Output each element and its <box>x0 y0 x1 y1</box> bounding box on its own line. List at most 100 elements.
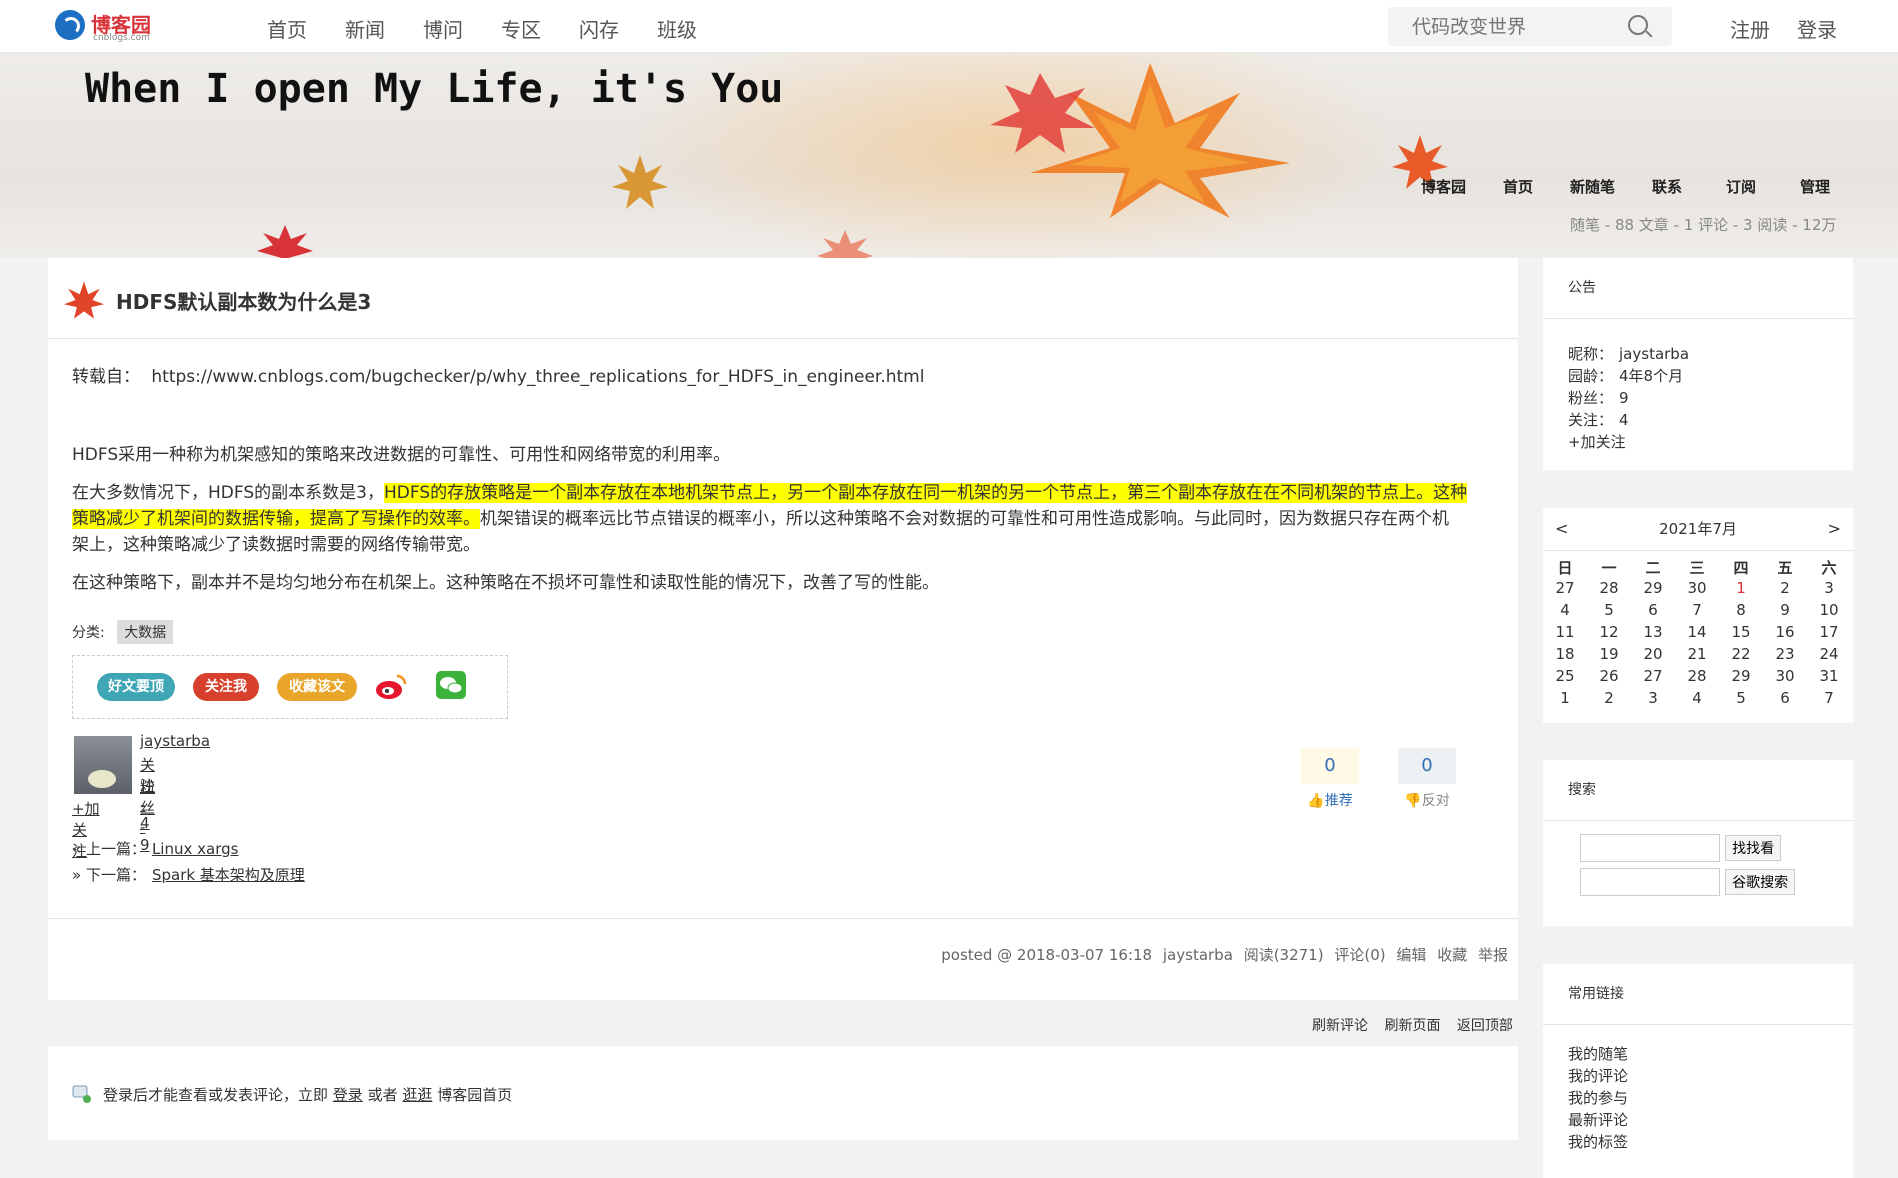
calendar-day[interactable]: 28 <box>1675 667 1719 689</box>
bury-box[interactable]: 0 👎反对 <box>1398 748 1456 810</box>
category-tag[interactable]: 大数据 <box>117 620 174 644</box>
calendar-day[interactable]: 30 <box>1763 667 1807 689</box>
calendar-day[interactable]: 22 <box>1719 645 1763 667</box>
calendar-day[interactable]: 24 <box>1807 645 1851 667</box>
calendar-next[interactable]: > <box>1828 508 1841 550</box>
author-avatar[interactable] <box>74 736 132 794</box>
calendar-day[interactable]: 11 <box>1543 623 1587 645</box>
cnblogs-logo[interactable]: 博客园 cnblogs.com <box>55 8 165 44</box>
calendar-day[interactable]: 7 <box>1807 689 1851 711</box>
calendar-day[interactable]: 1 <box>1543 689 1587 711</box>
link-latest-comments[interactable]: 最新评论 <box>1568 1109 1828 1131</box>
sidebar-add-follow[interactable]: +加关注 <box>1568 431 1828 453</box>
calendar-day[interactable]: 6 <box>1631 601 1675 623</box>
google-search-input[interactable] <box>1580 868 1720 896</box>
calendar-day[interactable]: 4 <box>1675 689 1719 711</box>
calendar-day[interactable]: 20 <box>1631 645 1675 667</box>
subnav-subscribe[interactable]: 订阅 <box>1726 176 1756 197</box>
favorite-button[interactable]: 收藏该文 <box>277 673 357 701</box>
calendar-day[interactable]: 29 <box>1631 579 1675 601</box>
calendar-day[interactable]: 8 <box>1719 601 1763 623</box>
link-my-participation[interactable]: 我的参与 <box>1568 1087 1828 1109</box>
subnav-contact[interactable]: 联系 <box>1652 176 1682 197</box>
calendar-day[interactable]: 5 <box>1719 689 1763 711</box>
digg-label[interactable]: 👍推荐 <box>1301 790 1359 810</box>
topmenu-news[interactable]: 新闻 <box>345 14 385 43</box>
collect-link[interactable]: 收藏 <box>1437 946 1467 964</box>
calendar-day[interactable]: 19 <box>1587 645 1631 667</box>
calendar-day[interactable]: 12 <box>1587 623 1631 645</box>
calendar-day[interactable]: 2 <box>1763 579 1807 601</box>
calendar-day[interactable]: 9 <box>1763 601 1807 623</box>
calendar-day[interactable]: 7 <box>1675 601 1719 623</box>
blog-search-button[interactable]: 找找看 <box>1725 835 1782 861</box>
link-my-comments[interactable]: 我的评论 <box>1568 1065 1828 1087</box>
calendar-day[interactable]: 2 <box>1587 689 1631 711</box>
blog-title[interactable]: When I open My Life, it's You <box>85 66 783 112</box>
refresh-page-link[interactable]: 刷新页面 <box>1384 1018 1440 1034</box>
google-search-button[interactable]: 谷歌搜索 <box>1725 869 1796 895</box>
calendar-day[interactable]: 13 <box>1631 623 1675 645</box>
calendar-day[interactable]: 27 <box>1631 667 1675 689</box>
top-search-input[interactable] <box>1388 7 1634 46</box>
report-link[interactable]: 举报 <box>1478 946 1508 964</box>
calendar-day[interactable]: 25 <box>1543 667 1587 689</box>
subnav-manage[interactable]: 管理 <box>1800 176 1830 197</box>
edit-link[interactable]: 编辑 <box>1396 946 1426 964</box>
refresh-comments-link[interactable]: 刷新评论 <box>1312 1018 1368 1034</box>
age-value[interactable]: 4年8个月 <box>1619 367 1683 385</box>
back-top-link[interactable]: 返回顶部 <box>1457 1018 1513 1034</box>
login-link[interactable]: 登录 <box>1797 14 1837 43</box>
calendar-day[interactable]: 15 <box>1719 623 1763 645</box>
recommend-button[interactable]: 好文要顶 <box>97 673 175 701</box>
next-post-link[interactable]: Spark 基本架构及原理 <box>152 866 305 884</box>
topmenu-class[interactable]: 班级 <box>657 14 697 43</box>
fans-value[interactable]: 9 <box>1619 389 1629 407</box>
comment-login-link[interactable]: 登录 <box>333 1086 363 1104</box>
topmenu-home[interactable]: 首页 <box>267 14 307 43</box>
register-link[interactable]: 注册 <box>1730 14 1770 43</box>
repost-url[interactable]: https://www.cnblogs.com/bugchecker/p/why… <box>151 367 924 387</box>
link-my-posts[interactable]: 我的随笔 <box>1568 1043 1828 1065</box>
comment-browse-link[interactable]: 逛逛 <box>402 1086 432 1104</box>
calendar-day[interactable]: 6 <box>1763 689 1807 711</box>
calendar-day[interactable]: 26 <box>1587 667 1631 689</box>
calendar-day[interactable]: 4 <box>1543 601 1587 623</box>
bury-label[interactable]: 👎反对 <box>1398 790 1456 810</box>
calendar-day[interactable]: 5 <box>1587 601 1631 623</box>
footer-author-link[interactable]: jaystarba <box>1163 946 1233 964</box>
wechat-icon[interactable] <box>435 670 467 700</box>
topmenu-flash[interactable]: 闪存 <box>579 14 619 43</box>
nick-value[interactable]: jaystarba <box>1619 345 1689 363</box>
calendar-day[interactable]: 30 <box>1675 579 1719 601</box>
calendar-day[interactable]: 16 <box>1763 623 1807 645</box>
calendar-day[interactable]: 1 <box>1719 579 1763 601</box>
topmenu-qa[interactable]: 博问 <box>423 14 463 43</box>
calendar-day[interactable]: 17 <box>1807 623 1851 645</box>
calendar-prev[interactable]: < <box>1555 508 1568 550</box>
calendar-day[interactable]: 21 <box>1675 645 1719 667</box>
topmenu-zone[interactable]: 专区 <box>501 14 541 43</box>
calendar-day[interactable]: 23 <box>1763 645 1807 667</box>
calendar-day[interactable]: 31 <box>1807 667 1851 689</box>
subnav-new-post[interactable]: 新随笔 <box>1570 176 1615 197</box>
weibo-icon[interactable] <box>375 672 407 702</box>
comment-count[interactable]: 评论(0) <box>1334 946 1385 964</box>
prev-post-link[interactable]: Linux xargs <box>152 840 239 858</box>
follow-me-button[interactable]: 关注我 <box>193 673 259 701</box>
calendar-day[interactable]: 27 <box>1543 579 1587 601</box>
post-title[interactable]: HDFS默认副本数为什么是3 <box>116 286 371 315</box>
calendar-day[interactable]: 14 <box>1675 623 1719 645</box>
search-icon[interactable] <box>1628 15 1648 35</box>
author-name[interactable]: jaystarba <box>140 732 210 750</box>
calendar-day[interactable]: 10 <box>1807 601 1851 623</box>
digg-box[interactable]: 0 👍推荐 <box>1301 748 1359 810</box>
subnav-home[interactable]: 首页 <box>1503 176 1533 197</box>
calendar-day[interactable]: 28 <box>1587 579 1631 601</box>
follow-value[interactable]: 4 <box>1619 411 1629 429</box>
calendar-day[interactable]: 3 <box>1631 689 1675 711</box>
calendar-day[interactable]: 29 <box>1719 667 1763 689</box>
calendar-day[interactable]: 3 <box>1807 579 1851 601</box>
blog-search-input[interactable] <box>1580 834 1720 862</box>
subnav-cnblogs[interactable]: 博客园 <box>1421 176 1466 197</box>
